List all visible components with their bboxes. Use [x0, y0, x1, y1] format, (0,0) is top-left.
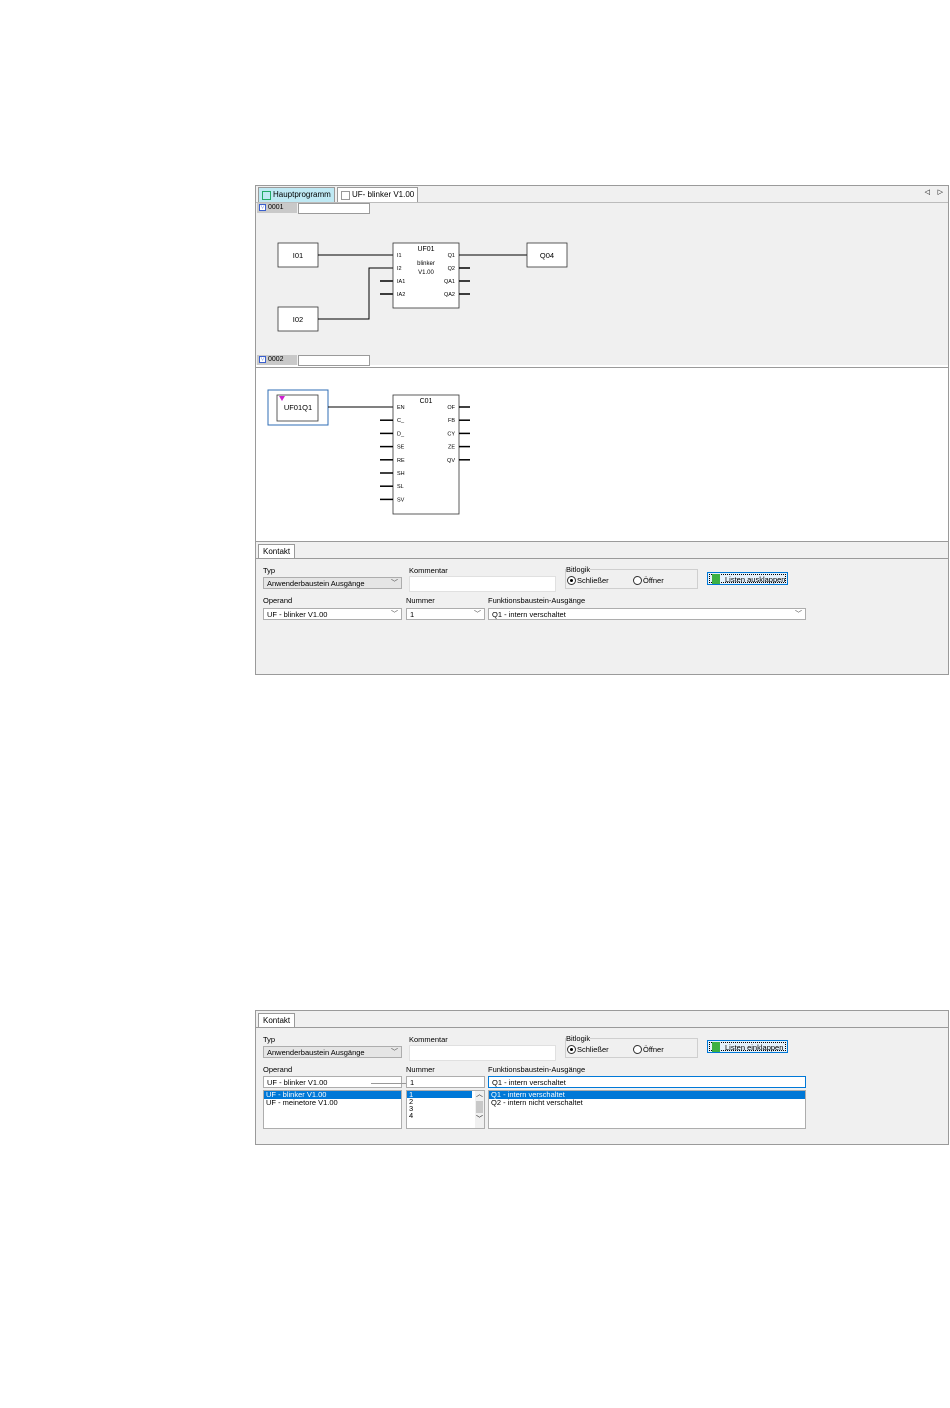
oeffner-radio[interactable]	[633, 576, 642, 585]
nummer-label: Nummer	[406, 596, 435, 605]
kommentar-input[interactable]	[409, 1045, 556, 1061]
kommentar-input[interactable]	[409, 576, 556, 592]
oeffner-label: Öffner	[643, 1045, 664, 1054]
tab-underline	[256, 1027, 948, 1028]
block-name: C01	[420, 398, 433, 405]
chevron-down-icon: ﹀	[391, 611, 398, 618]
pin-label: Q2	[448, 266, 455, 272]
pin-label: QA2	[444, 292, 455, 298]
scroll-up-icon[interactable]: ︿	[475, 1091, 484, 1098]
pin-label: D_	[397, 431, 405, 437]
network-0001: ▽ 0001 I01 I02 UF01 blinker V1.00 I1 I2 …	[256, 203, 948, 355]
chevron-down-icon: ﹀	[391, 1049, 398, 1056]
output-label-q04: Q04	[540, 251, 554, 260]
tab-hauptprogramm[interactable]: Hauptprogramm	[258, 187, 335, 202]
schliesser-radio[interactable]	[567, 1045, 576, 1054]
bitlogik-label: Bitlogik	[566, 565, 591, 574]
function-block-icon	[341, 191, 350, 200]
input-label-i01: I01	[293, 251, 303, 260]
pin-label: RE	[397, 458, 405, 464]
pin-label: IA1	[397, 279, 405, 285]
operand-list[interactable]: UF - blinker V1.00 UF - meinetore V1.00	[263, 1090, 402, 1129]
tab-kontakt[interactable]: Kontakt	[258, 1013, 296, 1027]
scrollbar[interactable]: ︿ ﹀	[475, 1091, 484, 1128]
pin-label: QV	[447, 458, 455, 464]
list-item[interactable]: 1	[407, 1091, 472, 1098]
scroll-left-icon[interactable]: ◁	[925, 188, 930, 196]
schliesser-label: Schließer	[577, 576, 609, 585]
list-item[interactable]: Q2 - intern nicht verschaltet	[489, 1099, 805, 1107]
listen-einklappen-button[interactable]: Listen einklappen	[707, 1040, 788, 1053]
arrow-down-icon	[712, 574, 720, 584]
bitlogik-label: Bitlogik	[566, 1034, 591, 1043]
properties-panel-expanded: Kontakt Typ Anwenderbaustein Ausgänge ﹀ K…	[255, 1010, 949, 1145]
list-item[interactable]: 3	[407, 1105, 484, 1113]
pin-label: SL	[397, 484, 404, 490]
tab-uf-blinker[interactable]: UF- blinker V1.00	[337, 187, 419, 202]
network-0001-diagram: I01 I02 UF01 blinker V1.00 I1 I2 IA1 IA2…	[277, 242, 568, 332]
list-item[interactable]: 4	[407, 1112, 484, 1120]
nummer-label: Nummer	[406, 1065, 435, 1074]
pin-label: SE	[397, 445, 405, 451]
typ-label: Typ	[263, 566, 276, 575]
oeffner-radio[interactable]	[633, 1045, 642, 1054]
fb-outputs-label: Funktionsbaustein-Ausgänge	[488, 596, 586, 605]
schliesser-label: Schließer	[577, 1045, 609, 1054]
pin-label: QA1	[444, 279, 455, 285]
arrow-up-icon	[712, 1042, 720, 1052]
tab-underline	[256, 558, 948, 559]
pin-label: SV	[397, 497, 405, 503]
chevron-down-icon: ﹀	[474, 611, 481, 618]
nummer-input[interactable]: 1	[406, 1076, 485, 1088]
pin-label: FB	[448, 418, 455, 424]
listen-ausklappen-button[interactable]: Listen ausklappen	[707, 572, 788, 585]
list-item[interactable]: 2	[407, 1098, 484, 1106]
pin-label: EN	[397, 405, 405, 411]
nummer-list[interactable]: 1 2 3 4 ︿ ﹀	[406, 1090, 485, 1129]
list-item[interactable]: UF - meinetore V1.00	[264, 1099, 401, 1107]
scroll-right-icon[interactable]: ▷	[938, 188, 943, 196]
block-name: UF01	[417, 246, 434, 253]
kommentar-label: Kommentar	[409, 566, 448, 575]
oeffner-label: Öffner	[643, 576, 664, 585]
operand-select[interactable]: UF - blinker V1.00 ﹀	[263, 608, 402, 620]
typ-label: Typ	[263, 1035, 276, 1044]
input-label-i02: I02	[293, 315, 303, 324]
pin-label: SH	[397, 471, 405, 477]
chevron-down-icon: ﹀	[795, 611, 802, 618]
program-icon	[262, 191, 271, 200]
kommentar-label: Kommentar	[409, 1035, 448, 1044]
typ-select[interactable]: Anwenderbaustein Ausgänge ﹀	[263, 577, 402, 589]
fb-outputs-input[interactable]: Q1 - intern verschaltet	[488, 1076, 806, 1088]
nummer-select[interactable]: 1 ﹀	[406, 608, 485, 620]
scroll-down-icon[interactable]: ﹀	[475, 1116, 484, 1123]
pin-label: ZE	[448, 445, 455, 451]
block-desc: blinker	[417, 261, 435, 267]
properties-panel: Kontakt Typ Anwenderbaustein Ausgänge ﹀ K…	[255, 541, 949, 675]
pin-label: Q1	[448, 253, 455, 259]
scroll-thumb[interactable]	[476, 1101, 483, 1113]
operand-label: Operand	[263, 596, 293, 605]
typ-select[interactable]: Anwenderbaustein Ausgänge ﹀	[263, 1046, 402, 1058]
pin-label: CY	[447, 431, 455, 437]
operand-label: Operand	[263, 1065, 293, 1074]
network-0002-diagram: UF01Q1 C01 EN C_ D_ SE RE SH SL SV OF FB CY ZE QV	[267, 389, 470, 515]
contact-label: UF01Q1	[284, 403, 312, 412]
fb-outputs-label: Funktionsbaustein-Ausgänge	[488, 1065, 586, 1074]
schliesser-radio[interactable]	[567, 576, 576, 585]
pin-label: I2	[397, 266, 402, 272]
fb-outputs-list[interactable]: Q1 - intern verschaltet Q2 - intern nich…	[488, 1090, 806, 1129]
fb-outputs-select[interactable]: Q1 - intern verschaltet ﹀	[488, 608, 806, 620]
pin-label: OF	[447, 405, 455, 411]
tab-kontakt[interactable]: Kontakt	[258, 544, 296, 558]
pin-label: I1	[397, 253, 402, 259]
pin-label: C_	[397, 418, 405, 424]
block-desc: V1.00	[418, 270, 434, 276]
function-block-c01[interactable]	[392, 394, 460, 515]
chevron-down-icon: ﹀	[391, 580, 398, 587]
network-0002: ▽ 0002 UF01Q1 C01 EN C_ D_ SE RE SH SL SV OF FB C…	[256, 355, 948, 542]
editor-tab-bar: Hauptprogramm UF- blinker V1.00 ◁ ▷	[256, 186, 948, 203]
diagram-editor: Hauptprogramm UF- blinker V1.00 ◁ ▷ ▽ 00…	[255, 185, 949, 543]
pin-label: IA2	[397, 292, 405, 298]
